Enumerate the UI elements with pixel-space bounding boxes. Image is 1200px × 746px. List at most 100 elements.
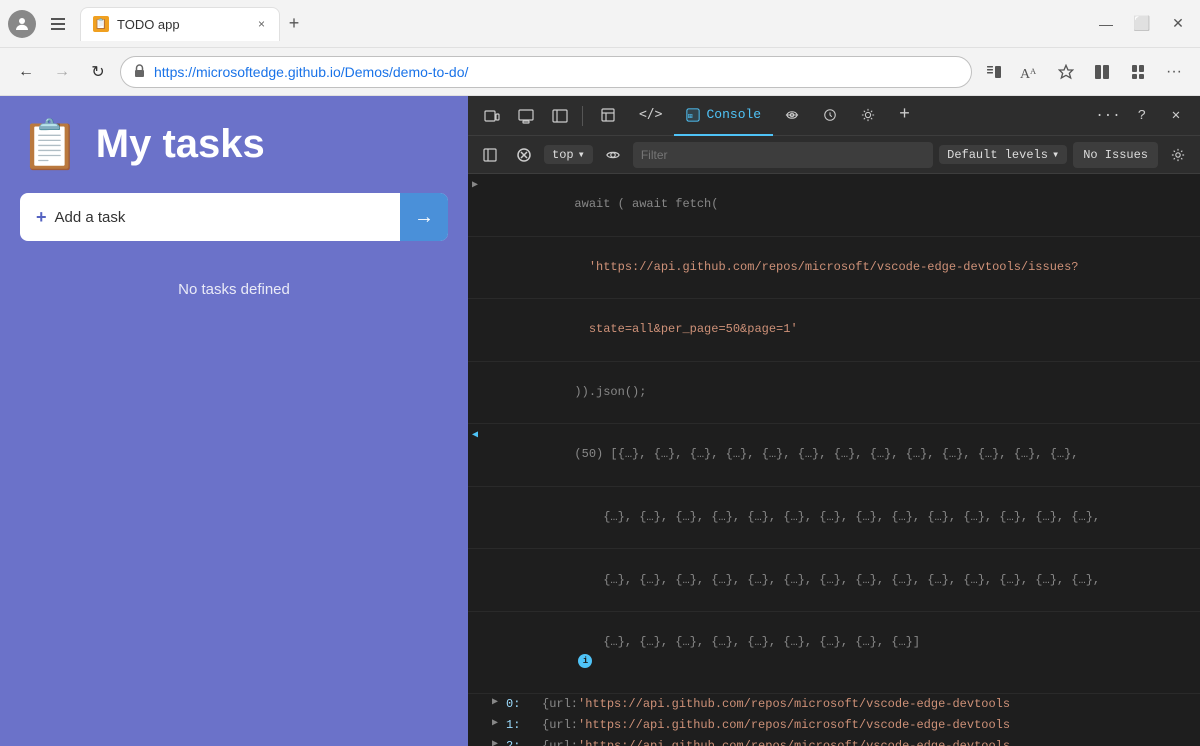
tab-network[interactable] xyxy=(773,96,811,136)
close-devtools-button[interactable]: ✕ xyxy=(1160,100,1192,132)
console-tab-label: Console xyxy=(706,107,761,122)
devtools-right-buttons: ··· ? ✕ xyxy=(1092,100,1192,132)
result-collapse-btn[interactable]: ◀ xyxy=(472,426,488,444)
context-selector[interactable]: top ▾ xyxy=(544,145,593,164)
item-expand-arrow[interactable]: ▶ xyxy=(492,737,506,746)
address-input-wrap[interactable]: https://microsoftedge.github.io/Demos/de… xyxy=(120,56,972,88)
split-screen-button[interactable] xyxy=(1088,58,1116,86)
address-bar-actions: Aᴬ ··· xyxy=(980,58,1188,86)
array-item-row: ▶ 2: {url: 'https://api.github.com/repos… xyxy=(468,736,1200,746)
tab-favicon: 📋 xyxy=(93,16,109,32)
console-input-content: await ( await fetch( xyxy=(488,176,1192,234)
add-task-placeholder: Add a task xyxy=(55,209,126,226)
console-sidebar-button[interactable] xyxy=(476,141,504,169)
tab-elements[interactable] xyxy=(589,96,627,136)
address-bar: ← → ↻ https://microsoftedge.github.io/De… xyxy=(0,48,1200,96)
tab-console[interactable]: ⊞ Console xyxy=(674,96,773,136)
sidebar-button[interactable] xyxy=(544,100,576,132)
back-button[interactable]: ← xyxy=(12,58,40,86)
item-expand-arrow[interactable]: ▶ xyxy=(492,716,506,732)
tabs-bar: 📋 TODO app × + xyxy=(80,7,1084,41)
levels-label: Default levels xyxy=(947,148,1048,162)
eye-button[interactable] xyxy=(599,141,627,169)
log-levels-selector[interactable]: Default levels ▾ xyxy=(939,145,1067,164)
empty-tasks-message: No tasks defined xyxy=(20,261,448,318)
tab-application[interactable] xyxy=(849,96,887,136)
add-task-row: + Add a task → xyxy=(20,193,448,241)
more-button[interactable]: ··· xyxy=(1160,58,1188,86)
todo-app-title: My tasks xyxy=(96,122,265,167)
array-item-row: ▶ 0: {url: 'https://api.github.com/repos… xyxy=(468,694,1200,715)
info-badge: i xyxy=(578,654,592,668)
svg-text:⊞: ⊞ xyxy=(688,111,693,120)
context-label: top xyxy=(552,148,574,162)
entry-expand-button[interactable]: ▶ xyxy=(472,176,488,194)
item-expand-arrow[interactable]: ▶ xyxy=(492,695,506,711)
console-url-line3: )).json(); xyxy=(468,362,1200,425)
devtools-tabs: </> ⊞ Console + xyxy=(589,96,1090,136)
context-chevron: ▾ xyxy=(578,147,585,162)
plus-icon: + xyxy=(36,207,47,228)
collections-button[interactable] xyxy=(1124,58,1152,86)
sidebar-toggle-button[interactable] xyxy=(44,10,72,38)
svg-text:Aᴬ: Aᴬ xyxy=(1020,67,1036,80)
window-controls: — ⬜ ✕ xyxy=(1092,10,1192,38)
item-url-prefix: {url: xyxy=(542,737,578,746)
add-task-submit-button[interactable]: → xyxy=(400,193,448,241)
minimize-button[interactable]: — xyxy=(1092,10,1120,38)
console-output: ▶ await ( await fetch( 'https://api.gith… xyxy=(468,174,1200,746)
result-array-line3: {…}, {…}, {…}, {…}, {…}, {…}, {…}, {…}, … xyxy=(468,549,1200,612)
result-array-entry: ◀ (50) [{…}, {…}, {…}, {…}, {…}, {…}, {…… xyxy=(468,424,1200,487)
console-filter-input[interactable] xyxy=(633,142,933,168)
console-url-line2: state=all&per_page=50&page=1' xyxy=(468,299,1200,362)
more-options-button[interactable]: ··· xyxy=(1092,100,1124,132)
refresh-button[interactable]: ↻ xyxy=(84,58,112,86)
aa-button[interactable]: Aᴬ xyxy=(1016,58,1044,86)
forward-button[interactable]: → xyxy=(48,58,76,86)
no-issues-button[interactable]: No Issues xyxy=(1073,142,1158,168)
new-tab-button[interactable]: + xyxy=(280,10,308,38)
console-clear-button[interactable] xyxy=(510,141,538,169)
devtools-panel: </> ⊞ Console + xyxy=(468,96,1200,746)
console-filter-bar: top ▾ Default levels ▾ No Issues xyxy=(468,136,1200,174)
console-url-line1: 'https://api.github.com/repos/microsoft/… xyxy=(468,237,1200,300)
tab-sources[interactable]: </> xyxy=(627,96,674,136)
todo-panel: 📋 My tasks + Add a task → No tasks defin… xyxy=(0,96,468,746)
add-task-field[interactable]: + Add a task xyxy=(20,207,400,228)
url-display: https://microsoftedge.github.io/Demos/de… xyxy=(154,64,959,80)
tab-close-button[interactable]: × xyxy=(256,15,267,33)
tab-performance[interactable] xyxy=(811,96,849,136)
help-button[interactable]: ? xyxy=(1126,100,1158,132)
close-button[interactable]: ✕ xyxy=(1164,10,1192,38)
item-index: 1: xyxy=(506,716,542,735)
todo-app-icon: 📋 xyxy=(20,116,80,173)
tab-more[interactable]: + xyxy=(887,96,922,136)
tab-title: TODO app xyxy=(117,17,248,32)
submit-arrow-icon: → xyxy=(414,206,434,229)
item-url-prefix: {url: xyxy=(542,716,578,735)
result-array-line2: {…}, {…}, {…}, {…}, {…}, {…}, {…}, {…}, … xyxy=(468,487,1200,550)
active-tab[interactable]: 📋 TODO app × xyxy=(80,7,280,41)
content-area: 📋 My tasks + Add a task → No tasks defin… xyxy=(0,96,1200,746)
item-url-value: 'https://api.github.com/repos/microsoft/… xyxy=(578,737,1010,746)
result-array-line4: {…}, {…}, {…}, {…}, {…}, {…}, {…}, {…}, … xyxy=(468,612,1200,694)
toolbar-separator-1 xyxy=(582,106,583,126)
devtools-toolbar: </> ⊞ Console + xyxy=(468,96,1200,136)
todo-header: 📋 My tasks xyxy=(20,116,448,173)
title-bar: 📋 TODO app × + — ⬜ ✕ xyxy=(0,0,1200,48)
maximize-button[interactable]: ⬜ xyxy=(1128,10,1156,38)
screencast-button[interactable] xyxy=(510,100,542,132)
console-input-entry: ▶ await ( await fetch( xyxy=(468,174,1200,237)
array-item-row: ▶ 1: {url: 'https://api.github.com/repos… xyxy=(468,715,1200,736)
lock-icon xyxy=(133,63,146,81)
profile-avatar[interactable] xyxy=(8,10,36,38)
device-emulation-button[interactable] xyxy=(476,100,508,132)
favorites-button[interactable] xyxy=(1052,58,1080,86)
item-url-value: 'https://api.github.com/repos/microsoft/… xyxy=(578,695,1010,714)
item-url-value: 'https://api.github.com/repos/microsoft/… xyxy=(578,716,1010,735)
console-settings-button[interactable] xyxy=(1164,141,1192,169)
reading-view-button[interactable] xyxy=(980,58,1008,86)
item-url-prefix: {url: xyxy=(542,695,578,714)
item-index: 0: xyxy=(506,695,542,714)
no-issues-label: No Issues xyxy=(1083,148,1148,162)
